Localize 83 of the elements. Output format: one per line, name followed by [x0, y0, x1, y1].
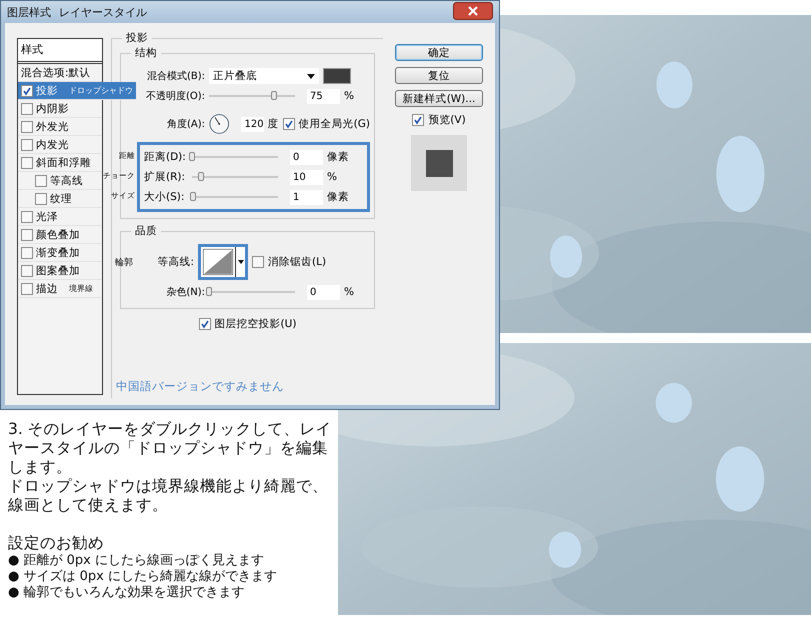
checkbox[interactable] [21, 138, 33, 150]
style-item[interactable]: 投影 ドロップシャドウ [18, 82, 136, 100]
bullet-item: ● サイズは 0px にしたら綺麗な線ができます [8, 569, 278, 585]
number-field[interactable]: 75 [307, 88, 340, 104]
checkbox[interactable] [282, 118, 295, 130]
caret-icon [307, 74, 315, 78]
slider-thumb[interactable] [206, 287, 212, 296]
checkbox-label: 预览(V) [428, 113, 466, 127]
checkbox[interactable] [21, 264, 33, 276]
bullet-item: ● 距離が 0px にしたら線画っぽく見えます [8, 553, 265, 569]
checkbox[interactable] [35, 174, 47, 186]
group-title: 结构 [131, 46, 161, 60]
slider-thumb[interactable] [189, 152, 195, 161]
color-swatch[interactable] [323, 68, 351, 84]
style-item[interactable]: 渐变叠加 [18, 244, 102, 262]
style-item[interactable]: 内发光 [18, 136, 102, 154]
style-item[interactable]: 内阴影 [18, 100, 102, 118]
number-field[interactable]: 0 [290, 150, 323, 164]
field-label: 杂色(N): [166, 287, 205, 298]
side-note: 輪郭 [115, 256, 134, 268]
style-item[interactable]: 外发光 [18, 118, 102, 136]
paragraph: ドロップシャドウは境界線機能より綺麗で、線画として使えます。 [8, 477, 329, 515]
paragraph: 3. そのレイヤーをダブルクリックして、レイヤースタイルの「ドロップシャドウ」を編集します。 [8, 420, 333, 477]
checkbox[interactable] [21, 156, 33, 168]
unit-label: 度 [268, 117, 279, 131]
style-item[interactable]: 颜色叠加 [18, 226, 102, 244]
group-title: 投影 [122, 31, 152, 45]
unit-label: % [344, 286, 354, 298]
checkbox[interactable] [21, 246, 33, 258]
field-label: 等高线: [156, 255, 194, 269]
dialog-button[interactable]: 确定 [395, 44, 483, 61]
style-item[interactable]: 斜面和浮雕 [18, 154, 102, 172]
style-item[interactable]: 等高线 [18, 172, 102, 190]
checkbox-label: 使用全局光(G) [298, 117, 370, 131]
close-icon[interactable] [453, 2, 493, 20]
unit-label: % [327, 171, 337, 183]
checkbox[interactable] [21, 120, 33, 132]
bullet-item: ● 輪郭でもいろんな効果を選択できます [8, 585, 246, 601]
checkbox-label: 消除锯齿(L) [268, 255, 326, 269]
heading: 設定のお勧め [8, 534, 105, 553]
checkbox[interactable] [252, 256, 264, 268]
group-title: 品质 [131, 224, 161, 238]
number-field[interactable]: 120 [241, 116, 264, 132]
preview-thumbnail [411, 135, 467, 191]
blend-mode-dropdown[interactable]: 正片叠底 [209, 68, 319, 84]
checkbox[interactable] [21, 282, 33, 294]
field-label: 扩展(R): [144, 170, 186, 184]
field-label: 距离(D): [144, 150, 187, 164]
number-field[interactable]: 1 [290, 190, 323, 204]
unit-label: 像素 [327, 150, 349, 164]
field-label: 不透明度(O): [146, 91, 205, 102]
checkbox[interactable] [21, 84, 33, 96]
checkbox[interactable] [21, 228, 33, 240]
window-title: 图层样式 [7, 4, 51, 20]
checkbox[interactable] [198, 318, 211, 330]
field-label: 大小(S): [144, 190, 186, 204]
dialog-button[interactable]: 新建样式(W)... [395, 90, 483, 107]
style-item[interactable]: 光泽 [18, 208, 102, 226]
style-item[interactable]: 描边 境界線 [18, 280, 102, 298]
checkbox-label: 图层挖空投影(U) [214, 317, 296, 331]
number-field[interactable]: 0 [307, 284, 340, 300]
style-item[interactable]: 图案叠加 [18, 262, 102, 280]
style-item[interactable]: 纹理 [18, 190, 102, 208]
field-label: 混合模式(B): [146, 71, 205, 82]
checkbox[interactable] [412, 114, 424, 126]
unit-label: 像素 [327, 190, 349, 204]
checkbox[interactable] [21, 210, 33, 222]
number-field[interactable]: 10 [290, 170, 323, 184]
field-label: 角度(A): [166, 119, 205, 130]
slider-thumb[interactable] [198, 172, 204, 181]
footer-note: 中国語バージョンですみません [116, 379, 285, 394]
item-note: ドロップシャドウ [69, 85, 133, 96]
unit-label: % [344, 90, 354, 102]
dialog-button[interactable]: 复位 [395, 67, 483, 84]
checkbox[interactable] [35, 192, 47, 204]
item-note: 境界線 [69, 283, 93, 294]
slider-thumb[interactable] [190, 192, 196, 201]
checkbox[interactable] [21, 102, 33, 114]
caret-icon [238, 260, 244, 264]
list-header: 样式 [18, 39, 102, 64]
contour-picker[interactable] [198, 244, 248, 280]
slider-thumb[interactable] [270, 91, 276, 100]
title-note: レイヤースタイル [59, 4, 147, 20]
